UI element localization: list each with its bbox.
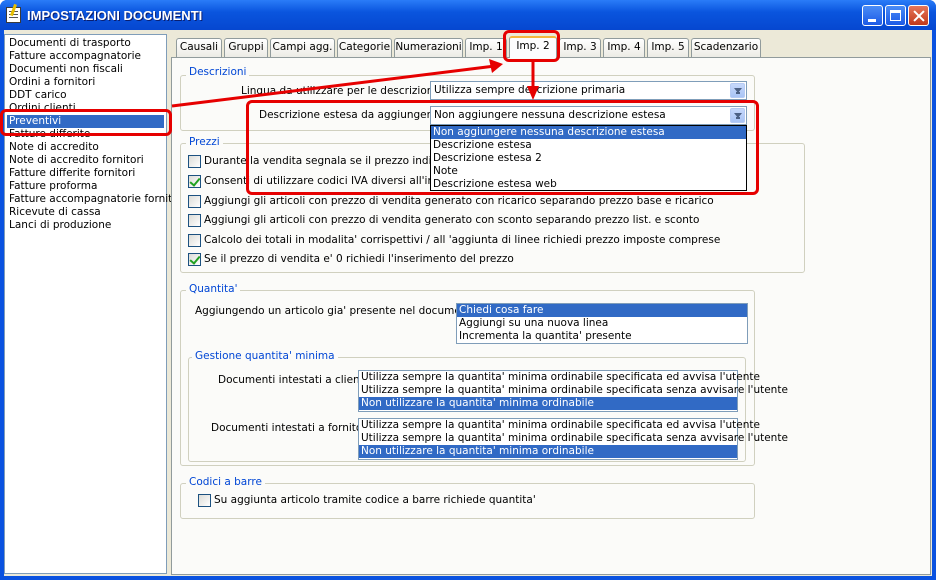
arrow-line [171,64,496,108]
annotation-arrows [171,59,539,108]
arrow-head [489,59,503,73]
arrow-head [527,86,539,100]
